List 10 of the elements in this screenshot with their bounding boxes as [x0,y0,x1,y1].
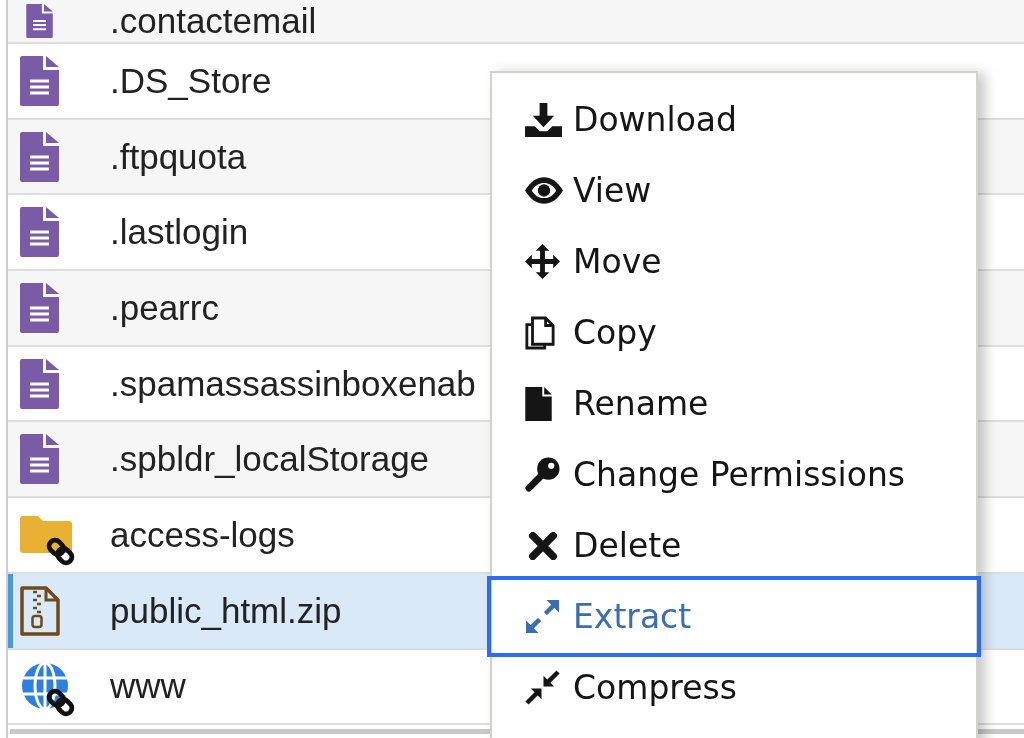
file-name: access-logs [110,514,295,555]
file-name: .contactemail [110,1,317,41]
file-name: www [110,666,186,707]
file-name: .pearrc [110,287,219,328]
file-name: .ftpquota [110,136,247,177]
file-name: .DS_Store [110,60,272,101]
file-name: .spbldr_localStorage [110,439,430,480]
file-name: .lastlogin [110,212,249,253]
file-name: public_html.zip [110,590,342,631]
file-name: .spamassassinboxenab [110,363,476,404]
